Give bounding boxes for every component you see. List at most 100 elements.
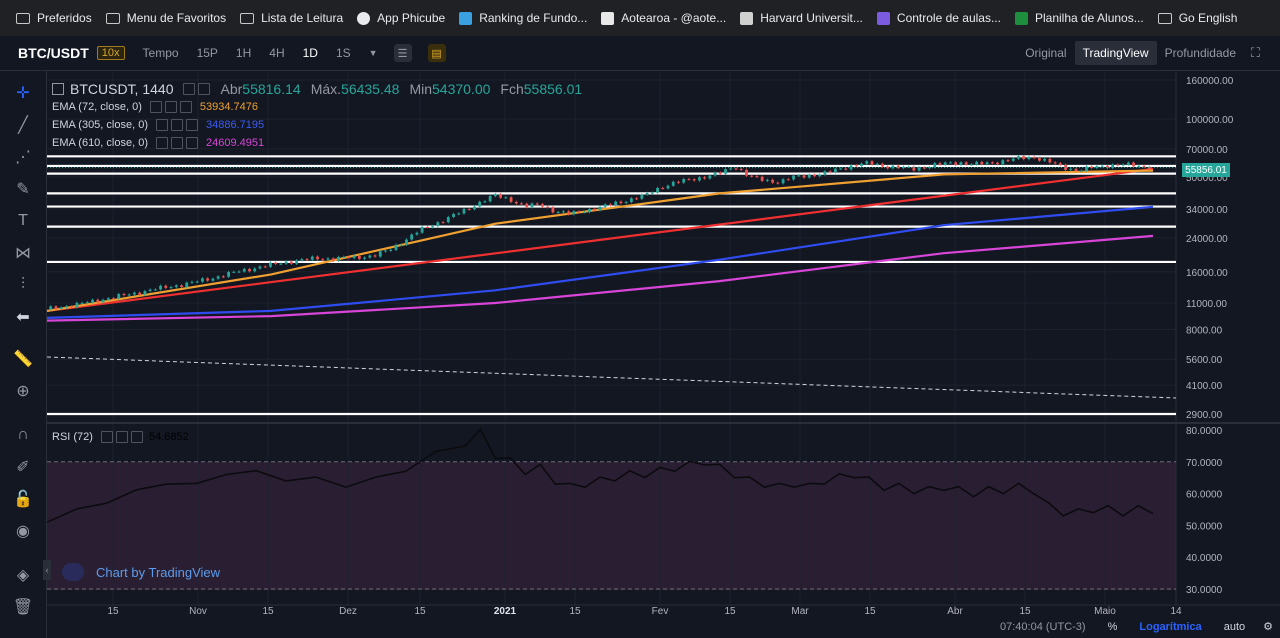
candle-body [211, 278, 215, 281]
candle-body [734, 168, 738, 170]
candle-body [682, 179, 686, 183]
ema-settings-icon[interactable] [149, 101, 162, 113]
candle-body [321, 259, 325, 261]
candle-body [206, 278, 210, 281]
candle-body [190, 281, 194, 283]
candle-body [875, 163, 879, 165]
percent-toggle[interactable]: % [1108, 621, 1118, 633]
candle-body [943, 162, 947, 165]
legend-settings-icon[interactable] [183, 83, 196, 95]
ema-close-icon[interactable] [186, 119, 198, 131]
candle-body [342, 256, 346, 258]
candle-body [666, 185, 670, 189]
candle-body [964, 162, 968, 165]
ema-settings-icon[interactable] [156, 137, 168, 149]
candle-body [959, 162, 963, 165]
candle-body [687, 179, 691, 181]
candle-body [975, 161, 979, 165]
candle-body [457, 213, 461, 215]
tradingview-logo[interactable]: Chart by TradingView [62, 563, 220, 581]
legend-collapse-icon[interactable] [52, 83, 64, 95]
candle-body [337, 257, 340, 261]
close-value: 55856.01 [523, 81, 583, 97]
candle-body [786, 179, 790, 181]
candle-body [446, 217, 450, 223]
candle-body [629, 198, 633, 203]
rsi-settings-icon[interactable] [100, 431, 113, 443]
candle-body [1100, 165, 1104, 167]
ema-close-icon[interactable] [179, 101, 192, 113]
candle-body [389, 249, 393, 251]
rsi-axis-label: 30.0000 [1186, 585, 1223, 596]
ema-305-legend[interactable]: EMA (305, close, 0) 34886.7195 [52, 119, 264, 131]
settings-icon[interactable]: ⚙ [1263, 620, 1273, 633]
candle-body [153, 289, 157, 291]
candle-body [1001, 160, 1005, 165]
candle-body [1132, 162, 1135, 167]
candle-body [363, 257, 367, 259]
time-axis-label: 15 [262, 606, 274, 617]
rsi-hide-icon[interactable] [115, 431, 128, 443]
candle-body [807, 174, 811, 178]
candle-body [242, 268, 246, 272]
candle-body [1116, 164, 1120, 166]
candle-body [577, 211, 581, 213]
open-label: Abr [220, 81, 243, 97]
open-value: 55816.14 [242, 81, 301, 97]
candle-body [1043, 158, 1047, 161]
candle-body [881, 163, 884, 167]
price-axis-label: 8000.00 [1186, 325, 1223, 336]
candle-body [572, 211, 576, 215]
candle-body [546, 206, 550, 208]
ema-72-legend[interactable]: EMA (72, close, 0) 53934.7476 [52, 101, 258, 113]
candle-body [248, 268, 251, 272]
candle-body [619, 201, 623, 204]
candle-body [148, 289, 152, 292]
rsi-legend[interactable]: RSI (72) 54.6852 [52, 431, 189, 443]
candle-body [49, 306, 53, 310]
ema-hide-icon[interactable] [171, 119, 183, 131]
ema-hide-icon[interactable] [164, 101, 177, 113]
candle-body [384, 250, 387, 252]
ema-settings-icon[interactable] [156, 119, 168, 131]
candle-body [59, 307, 63, 309]
rsi-axis-label: 60.0000 [1186, 490, 1223, 501]
candle-body [91, 299, 94, 303]
candle-body [556, 212, 560, 214]
candle-body [326, 258, 330, 260]
candle-body [80, 302, 84, 304]
candle-body [269, 262, 272, 267]
candle-body [802, 175, 806, 178]
collapse-panel-icon[interactable]: ‹ [43, 560, 51, 580]
candle-body [703, 177, 707, 179]
candle-body [478, 201, 482, 207]
log-toggle[interactable]: Logarítmica [1139, 621, 1201, 633]
candle-body [373, 255, 377, 257]
candle-body [865, 161, 869, 164]
ema-610-legend[interactable]: EMA (610, close, 0) 24609.4951 [52, 137, 264, 149]
ema-hide-icon[interactable] [171, 137, 183, 149]
candle-body [792, 175, 795, 180]
candle-body [588, 208, 591, 213]
candle-body [1022, 156, 1026, 160]
price-axis-label: 34000.00 [1186, 205, 1228, 216]
candle-body [671, 181, 675, 186]
candle-body [85, 302, 89, 304]
auto-toggle[interactable]: auto [1224, 621, 1245, 633]
candle-body [112, 298, 115, 300]
time-axis-label: Mar [791, 606, 809, 617]
candle-body [441, 222, 445, 224]
candle-body [933, 163, 937, 168]
candle-body [985, 162, 989, 165]
clock: 07:40:04 (UTC-3) [1000, 620, 1086, 633]
candle-body [561, 211, 565, 213]
symbol-legend: BTCUSDT, 1440 Abr 55816.14 Máx. 56435.48 M… [52, 81, 582, 97]
candle-body [185, 282, 189, 287]
candle-body [425, 226, 429, 228]
candle-body [368, 255, 372, 258]
ema-close-icon[interactable] [186, 137, 198, 149]
candle-body [263, 266, 267, 268]
candle-body [603, 204, 607, 207]
legend-hide-icon[interactable] [198, 83, 211, 95]
rsi-close-icon[interactable] [130, 431, 143, 443]
